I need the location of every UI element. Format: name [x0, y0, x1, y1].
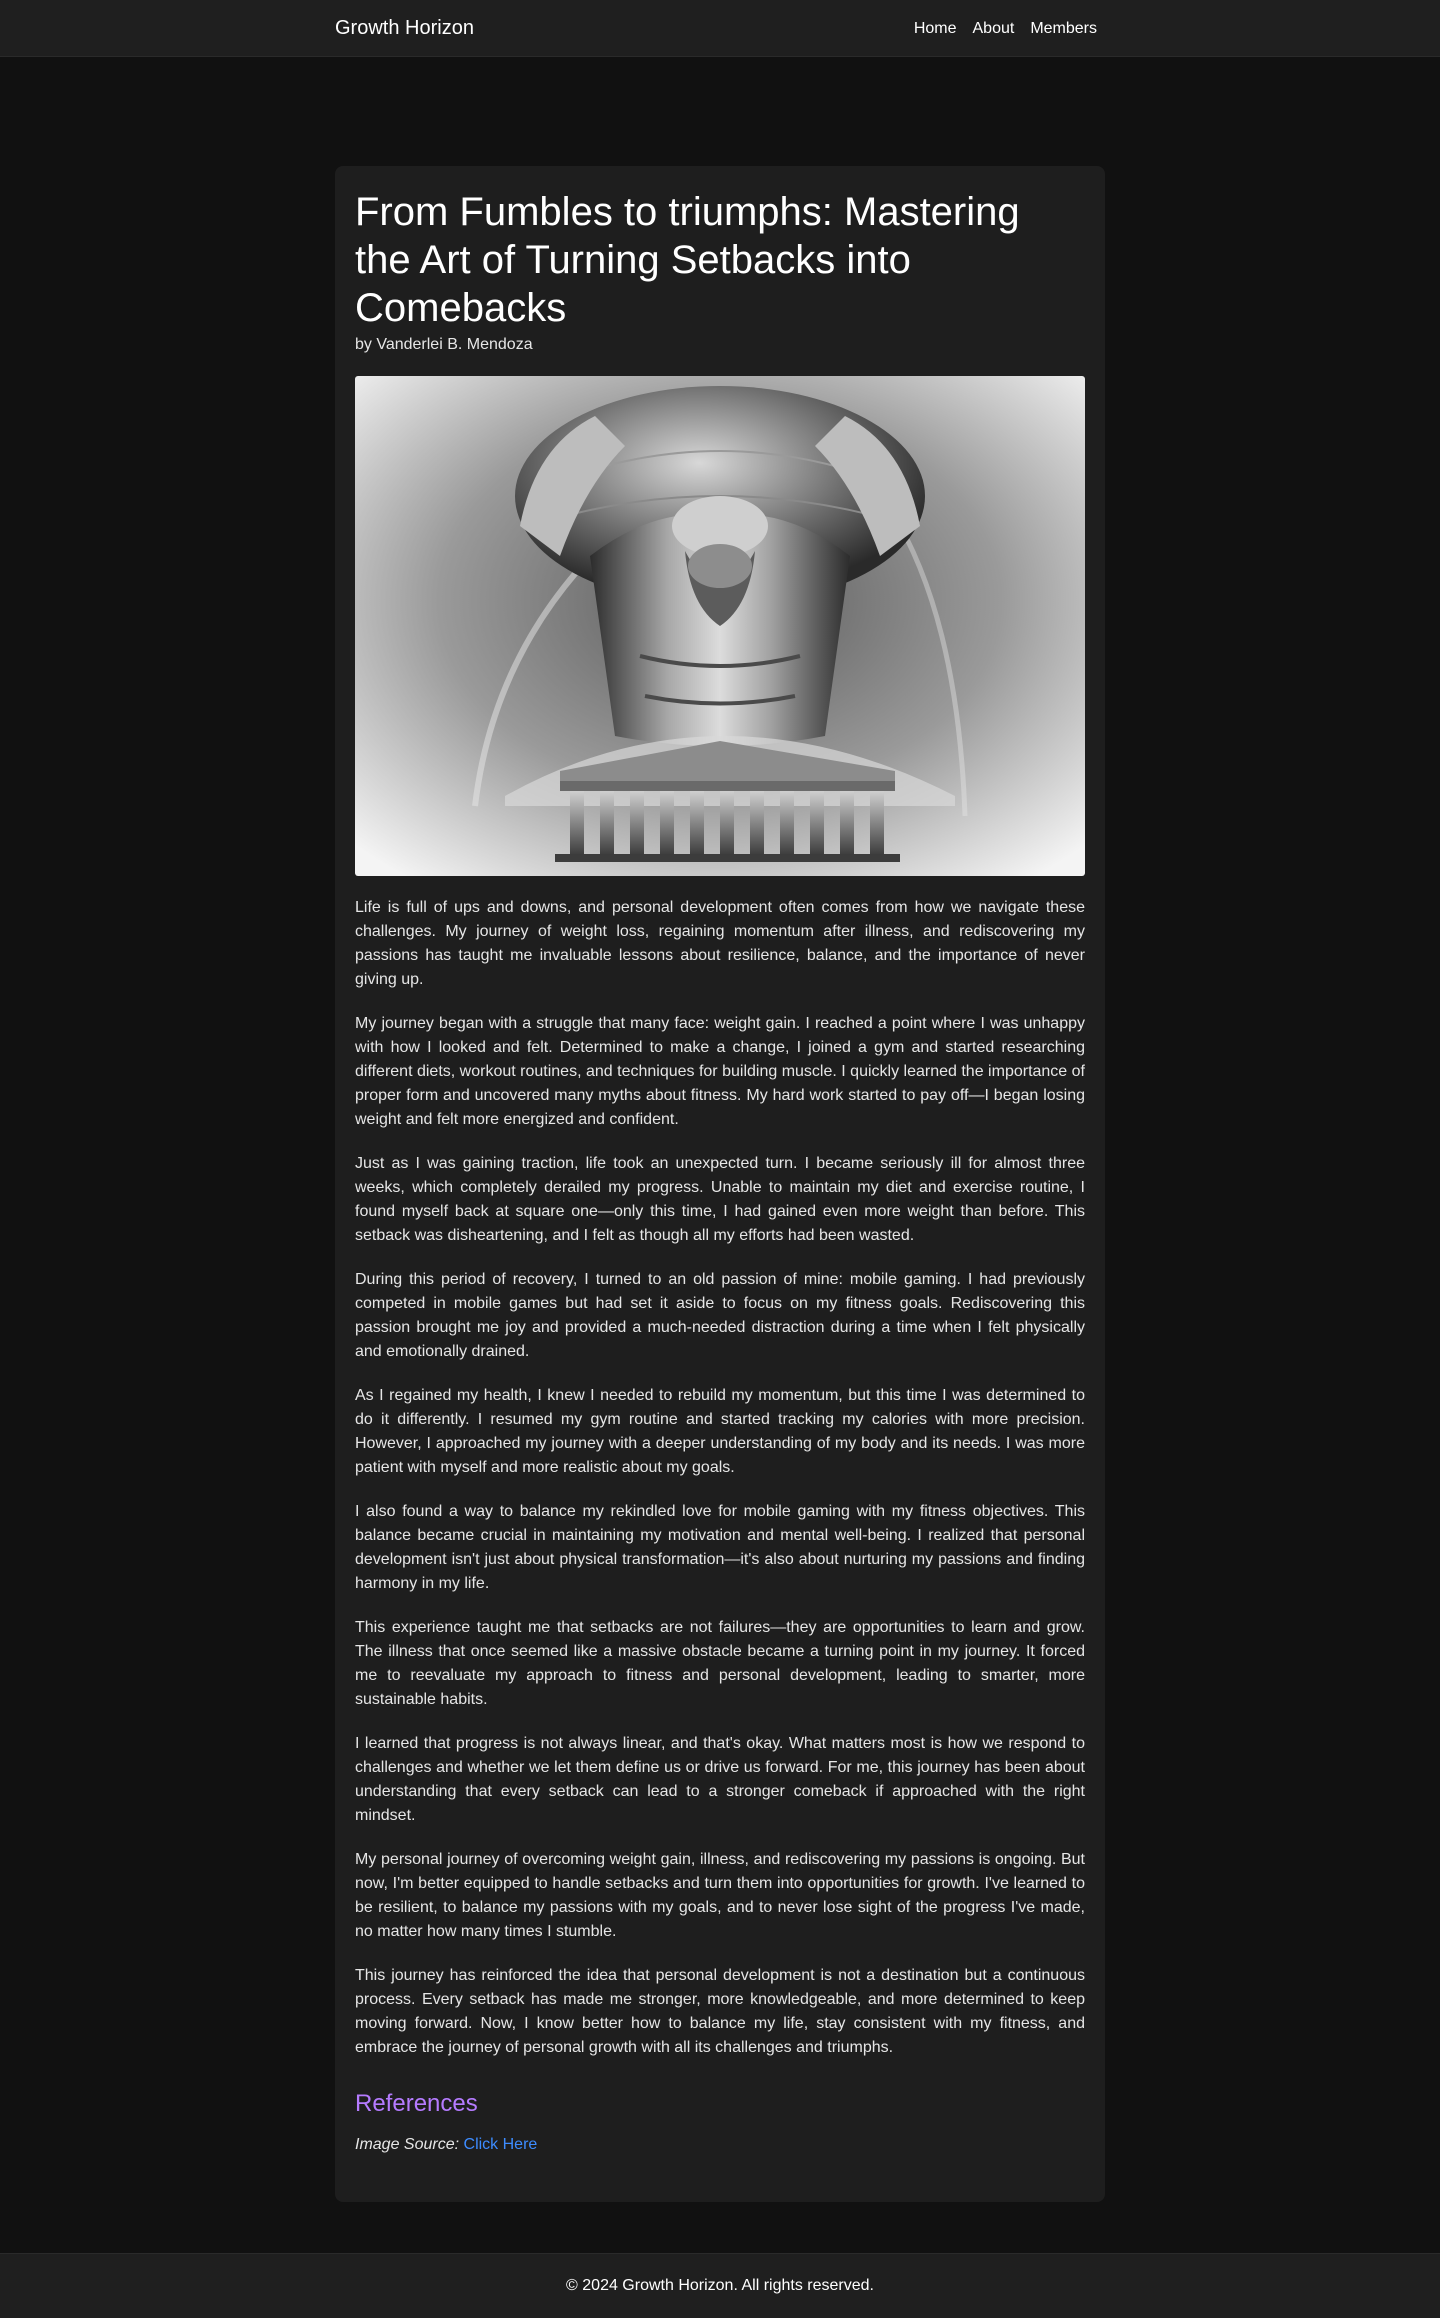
navbar-inner: Growth Horizon Home About Members — [335, 0, 1097, 57]
article-paragraph: This experience taught me that setbacks … — [355, 1619, 1085, 1708]
image-source-label: Image Source: — [355, 2136, 460, 2153]
article-body: Life is full of ups and downs, and perso… — [355, 896, 1085, 2060]
hero-image-atlas-statue — [355, 376, 1085, 876]
article-paragraph: Just as I was gaining traction, life too… — [355, 1155, 1085, 1244]
footer: © 2024 Growth Horizon. All rights reserv… — [0, 2253, 1440, 2318]
article-title: From Fumbles to triumphs: Mastering the … — [355, 190, 1020, 330]
article-paragraph: I learned that progress is not always li… — [355, 1735, 1085, 1824]
article-paragraph: I also found a way to balance my rekindl… — [355, 1503, 1085, 1592]
navbar: Growth Horizon Home About Members — [0, 0, 1440, 57]
article-paragraph: This journey has reinforced the idea tha… — [355, 1967, 1085, 2056]
article-paragraph: My journey began with a struggle that ma… — [355, 1015, 1085, 1128]
article-card: From Fumbles to triumphs: Mastering the … — [335, 166, 1105, 2202]
brand-logo-link[interactable]: Growth Horizon — [335, 17, 474, 40]
article-paragraph: My personal journey of overcoming weight… — [355, 1851, 1085, 1940]
references-heading: References — [355, 2090, 478, 2117]
image-source-reference: Image Source: Click Here — [355, 2136, 1085, 2154]
nav-link-home[interactable]: Home — [914, 20, 957, 38]
nav-link-about[interactable]: About — [973, 20, 1015, 38]
article-paragraph: As I regained my health, I knew I needed… — [355, 1387, 1085, 1476]
article-author: by Vanderlei B. Mendoza — [355, 336, 533, 353]
footer-copyright: © 2024 Growth Horizon. All rights reserv… — [566, 2277, 874, 2294]
article-paragraph: Life is full of ups and downs, and perso… — [355, 899, 1085, 988]
article-paragraph: During this period of recovery, I turned… — [355, 1271, 1085, 1360]
image-source-link[interactable]: Click Here — [464, 2136, 538, 2153]
nav-link-members[interactable]: Members — [1030, 20, 1097, 38]
nav-links: Home About Members — [914, 20, 1097, 38]
